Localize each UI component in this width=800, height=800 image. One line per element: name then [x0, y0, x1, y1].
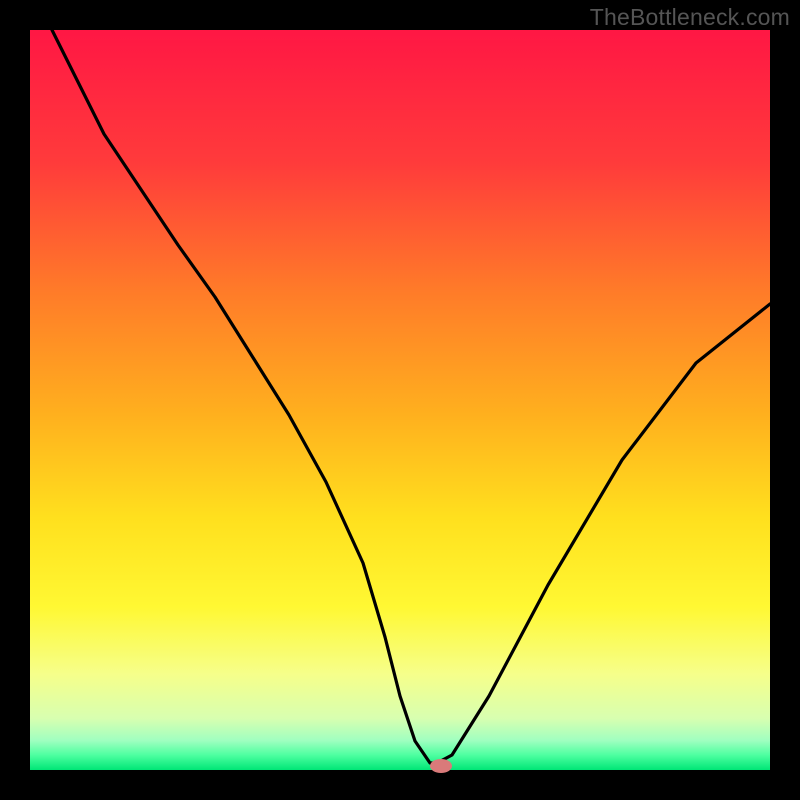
chart-frame: TheBottleneck.com [0, 0, 800, 800]
chart-svg [0, 0, 800, 800]
optimal-marker [430, 759, 452, 773]
watermark-text: TheBottleneck.com [590, 4, 790, 31]
plot-background [30, 30, 770, 770]
